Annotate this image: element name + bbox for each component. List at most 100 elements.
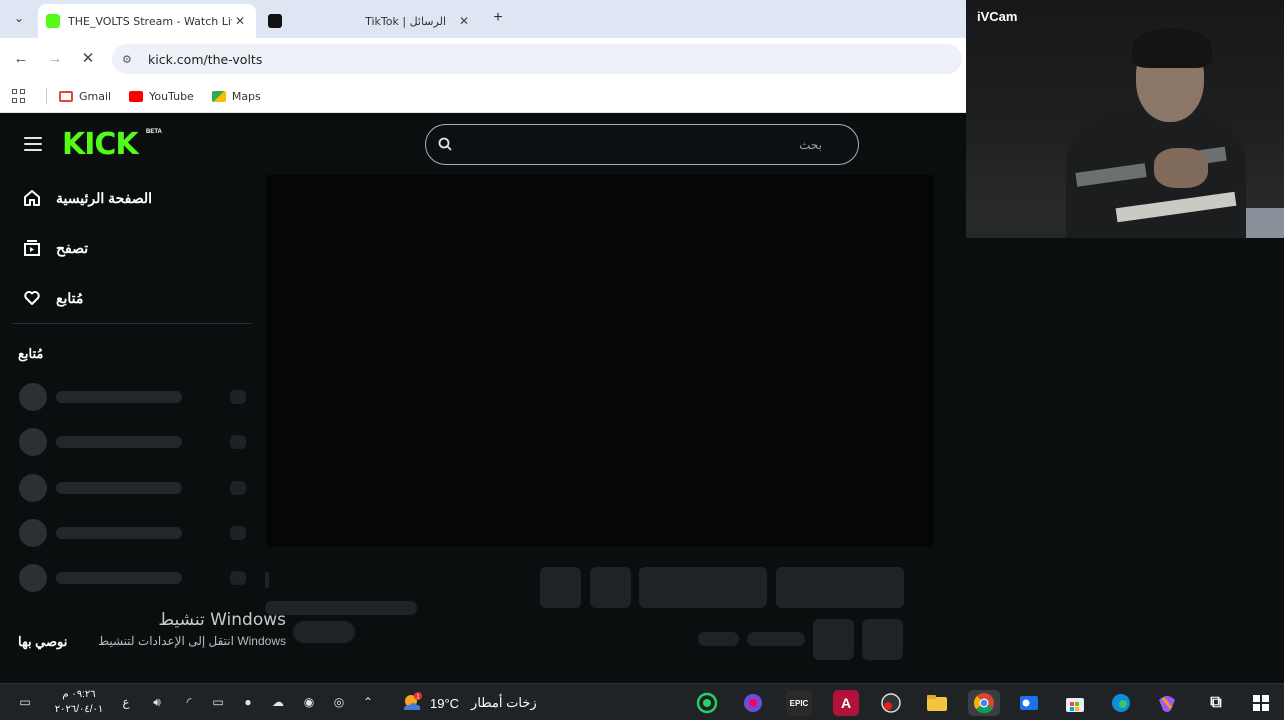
weather-badge: 1	[416, 694, 420, 701]
search-bar[interactable]	[425, 124, 859, 165]
apps-grid-icon[interactable]	[12, 89, 26, 103]
volume-icon[interactable]: 🔊︎	[150, 695, 164, 709]
tiktok-favicon-icon	[268, 14, 282, 28]
weather-icon: 1	[400, 692, 422, 714]
search-input[interactable]	[462, 137, 822, 152]
start-icon[interactable]	[1248, 690, 1274, 716]
youtube-icon	[129, 90, 144, 102]
skeleton-block	[265, 601, 417, 615]
sidebar-item-following[interactable]: مُتابع	[22, 288, 83, 308]
back-icon[interactable]: ←	[10, 48, 32, 70]
sidebar-item-browse[interactable]: تصفح	[22, 238, 88, 258]
sidebar-item-label: الصفحة الرئيسية	[56, 189, 153, 206]
stop-loading-icon[interactable]: ✕	[77, 48, 99, 70]
copilot-icon[interactable]	[1154, 690, 1180, 716]
tab-search-dropdown[interactable]: ⌄	[8, 7, 30, 29]
app-icon[interactable]	[740, 690, 766, 716]
sidebar-divider	[12, 323, 252, 324]
taskbar-clock[interactable]: ٠٩:٢٦ م ٢٠٢٦/٠٤/٠١	[48, 687, 110, 717]
webcam-label: iVCam	[977, 9, 1018, 24]
kick-favicon-icon	[46, 14, 60, 28]
windows-taskbar: ▭ ٠٩:٢٦ م ٢٠٢٦/٠٤/٠١ ع 🔊︎ ◜ ▭ ● ☁ ◉ ◎ ⌃ …	[0, 683, 1284, 720]
tab-title: TikTok | الرسائل	[365, 14, 446, 28]
gmail-icon	[59, 90, 73, 102]
app-icon[interactable]	[878, 690, 904, 716]
store-icon[interactable]	[1062, 690, 1088, 716]
sidebar-item-home[interactable]: الصفحة الرئيسية	[22, 188, 152, 208]
browser-tab-strip: ⌄ THE_VOLTS Stream - Watch Live ✕ TikTok…	[0, 0, 966, 38]
bookmark-youtube[interactable]: YouTube	[129, 90, 194, 103]
show-hidden-icons[interactable]: ⌃	[361, 695, 375, 709]
tray-app-icon[interactable]: ◉	[302, 695, 316, 709]
language-indicator[interactable]: ع	[119, 695, 133, 709]
bookmarks-divider	[46, 88, 47, 104]
list-item	[19, 564, 249, 592]
acrobat-icon[interactable]: A	[833, 690, 859, 716]
menu-icon[interactable]	[24, 137, 42, 151]
following-section-title: مُتابع	[18, 346, 44, 361]
forward-icon[interactable]: →	[44, 48, 66, 70]
record-icon[interactable]: ◎	[332, 695, 346, 709]
sidebar: KICK BETA الصفحة الرئيسية تصفح مُتابع مُ…	[0, 113, 265, 683]
url-text: kick.com/the-volts	[148, 51, 263, 67]
edge-icon[interactable]	[1108, 690, 1134, 716]
clock-date: ٢٠٢٦/٠٤/٠١	[54, 704, 104, 715]
skeleton-block	[862, 619, 903, 660]
weather-description: زخات أمطار	[471, 695, 537, 710]
outlook-icon[interactable]	[1016, 690, 1042, 716]
activation-title: تنشيط Windows	[158, 610, 286, 630]
close-tab-icon[interactable]: ✕	[232, 14, 248, 28]
list-item	[19, 474, 249, 502]
list-item	[19, 383, 249, 411]
weather-widget[interactable]: 1 19°C زخات أمطار	[400, 692, 537, 714]
file-explorer-icon[interactable]	[924, 690, 950, 716]
skeleton-block	[540, 567, 581, 608]
search-icon	[438, 137, 454, 153]
bookmark-label: Maps	[231, 89, 261, 103]
address-bar[interactable]: ⚙ kick.com/the-volts	[112, 44, 962, 74]
list-item	[19, 428, 249, 456]
bookmark-gmail[interactable]: Gmail	[59, 90, 111, 103]
home-icon	[22, 188, 42, 208]
tab-the-volts[interactable]: THE_VOLTS Stream - Watch Live ✕	[38, 4, 256, 38]
sidebar-item-label: مُتابع	[56, 289, 84, 306]
beta-badge: BETA	[146, 129, 162, 135]
windows-activation-watermark: تنشيط Windows انتقل إلى الإعدادات لتنشيط…	[66, 610, 286, 648]
site-settings-icon[interactable]: ⚙	[122, 53, 138, 66]
task-view-icon[interactable]: ⧉	[1203, 690, 1229, 716]
browser-toolbar: ← → ✕ ⚙ kick.com/the-volts	[0, 38, 966, 80]
skeleton-block	[590, 567, 631, 608]
new-tab-button[interactable]: +	[488, 8, 508, 28]
webcam-overlay: iVCam	[966, 0, 1284, 238]
wifi-icon[interactable]: ◜	[182, 695, 196, 709]
bookmark-maps[interactable]: Maps	[211, 89, 261, 103]
bookmark-label: YouTube	[149, 89, 194, 103]
whatsapp-icon[interactable]	[694, 690, 720, 716]
skeleton-block	[813, 619, 854, 660]
microphone-icon[interactable]: ●	[241, 695, 255, 709]
skeleton-block	[265, 572, 269, 588]
skeleton-block	[639, 567, 767, 608]
browse-icon	[22, 238, 42, 258]
notifications-icon[interactable]: ▭	[18, 695, 32, 709]
close-tab-icon[interactable]: ✕	[456, 14, 472, 28]
recommended-section-title: نوصي بها	[18, 634, 68, 649]
battery-icon[interactable]: ▭	[211, 695, 225, 709]
list-item	[19, 519, 249, 547]
maps-icon	[211, 90, 226, 102]
heart-icon	[22, 288, 42, 308]
chrome-icon[interactable]	[968, 690, 1000, 716]
tab-tiktok[interactable]: TikTok | الرسائل ✕	[260, 4, 480, 38]
sidebar-item-label: تصفح	[56, 239, 89, 256]
video-player[interactable]	[266, 175, 934, 547]
onedrive-icon[interactable]: ☁	[271, 695, 285, 709]
skeleton-block	[293, 621, 355, 643]
kick-logo[interactable]: KICK	[62, 127, 139, 163]
skeleton-block	[698, 632, 739, 646]
skeleton-block	[776, 567, 904, 608]
clock-time: ٠٩:٢٦ م	[62, 689, 96, 700]
tab-title: THE_VOLTS Stream - Watch Live	[68, 14, 232, 28]
weather-temp: 19°C	[430, 695, 460, 711]
epic-games-icon[interactable]: EPIC	[786, 690, 812, 716]
activation-subtitle: انتقل إلى الإعدادات لتنشيط Windows	[97, 634, 286, 648]
